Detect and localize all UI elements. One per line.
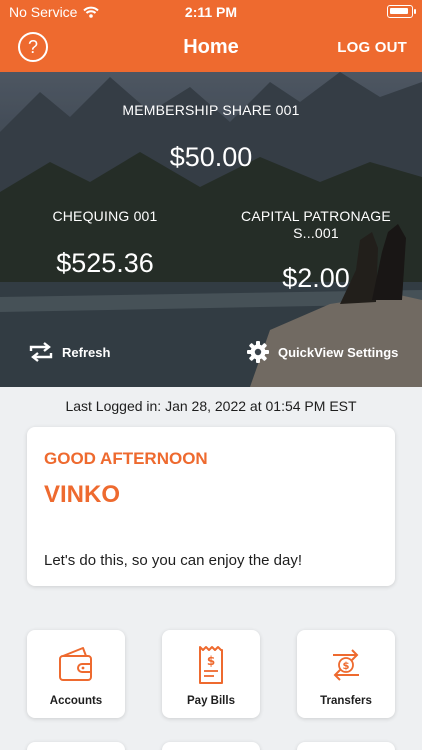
svg-text:$: $ [207,654,215,668]
account-label-capital-line1: CAPITAL PATRONAGE [241,208,391,224]
status-bar: No Service 2:11 PM [0,0,422,24]
pay-bills-tile[interactable]: $ Pay Bills [162,630,260,718]
logout-button[interactable]: LOG OUT [337,39,407,56]
greeting-salutation: GOOD AFTERNOON [44,449,208,468]
bill-receipt-icon: $ [199,646,223,684]
battery-icon [387,5,416,18]
svg-text:$: $ [343,661,350,672]
accounts-tile-label: Accounts [49,695,103,707]
gear-icon [247,341,269,363]
greeting-name: VINKO [44,481,121,508]
more-tile[interactable] [297,742,395,750]
account-label-chequing: CHEQUING 001 [52,208,158,224]
wallet-icon [59,647,92,681]
transfer-icon: $ [333,649,359,681]
transfers-tile-label: Transfers [320,695,372,707]
transfers-tile[interactable]: $ Transfers [297,630,395,718]
quickview-panel: MEMBERSHIP SHARE 001 $50.00 CHEQUING 001… [0,72,422,387]
nav-bar: ? Home LOG OUT [0,24,422,72]
pay-bills-tile-label: Pay Bills [187,695,235,707]
account-label-capital: CAPITAL PATRONAGE S...001 [236,208,396,242]
more-tile[interactable] [162,742,260,750]
account-amount-capital: $2.00 [282,263,350,293]
more-tile[interactable] [27,742,125,750]
quickview-settings-label: QuickView Settings [278,344,399,360]
accounts-tile[interactable]: Accounts [27,630,125,718]
account-label-membership: MEMBERSHIP SHARE 001 [122,102,300,118]
refresh-button[interactable]: Refresh [28,342,110,362]
status-time: 2:11 PM [184,4,238,20]
greeting-message: Let's do this, so you can enjoy the day! [44,552,303,569]
account-amount-membership: $50.00 [169,142,253,172]
account-label-capital-line2: S...001 [293,225,339,241]
account-amount-chequing: $525.36 [56,248,154,278]
last-logged-in-text: Last Logged in: Jan 28, 2022 at 01:54 PM… [65,398,357,414]
refresh-label: Refresh [62,344,111,360]
quickview-settings-button[interactable]: QuickView Settings [246,340,398,364]
greeting-card: GOOD AFTERNOON VINKO Let's do this, so y… [27,427,395,586]
refresh-icon [29,342,53,362]
